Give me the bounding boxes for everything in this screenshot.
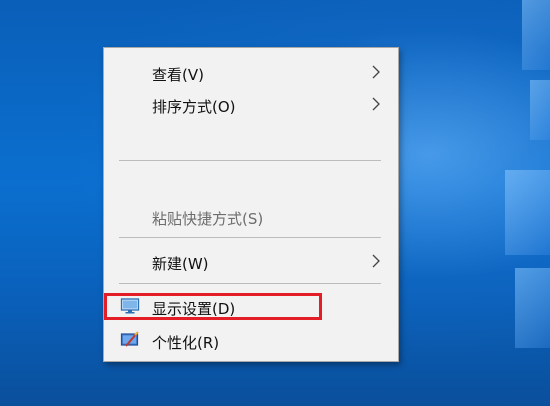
menu-item-label: 个性化(R)	[152, 334, 220, 352]
windows-logo-pane	[522, 0, 550, 70]
desktop-context-menu: 查看(V) 排序方式(O) 粘贴快捷方式(S) 新建(W) 显示设置(D) 个性…	[103, 47, 399, 362]
windows-logo-pane	[530, 80, 550, 140]
windows-logo-pane	[515, 268, 550, 348]
menu-item-label: 粘贴快捷方式(S)	[152, 210, 264, 228]
menu-item-paste-shortcut[interactable]: 粘贴快捷方式(S)	[104, 203, 398, 231]
chevron-right-icon	[372, 65, 380, 79]
highlight-box	[104, 293, 322, 320]
menu-item-sort-by[interactable]: 排序方式(O)	[104, 91, 398, 119]
menu-separator	[119, 283, 381, 284]
menu-separator	[119, 237, 381, 238]
menu-item-label: 查看(V)	[152, 66, 204, 84]
menu-item-view[interactable]: 查看(V)	[104, 59, 398, 87]
menu-item-personalize[interactable]: 个性化(R)	[104, 327, 398, 355]
windows-logo-pane	[505, 170, 550, 255]
menu-item-label: 排序方式(O)	[152, 98, 236, 116]
menu-separator	[119, 160, 381, 161]
chevron-right-icon	[372, 97, 380, 111]
chevron-right-icon	[372, 254, 380, 268]
menu-item-label: 新建(W)	[152, 255, 209, 273]
menu-item-new[interactable]: 新建(W)	[104, 248, 398, 276]
personalize-icon	[120, 331, 139, 347]
